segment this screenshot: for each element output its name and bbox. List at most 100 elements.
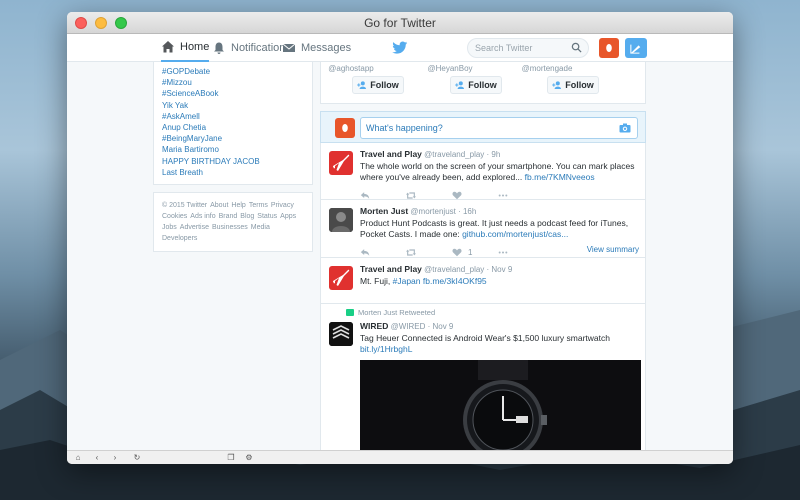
footer-link[interactable]: Advertise <box>180 224 209 231</box>
twitter-bird-icon[interactable] <box>392 40 408 56</box>
reply-button[interactable] <box>360 248 406 257</box>
more-button[interactable] <box>498 191 544 200</box>
avatar[interactable] <box>329 266 353 290</box>
footer-link[interactable]: Cookies <box>162 213 187 220</box>
follow-button-label: Follow <box>565 80 594 90</box>
hashtag-link[interactable]: #Japan <box>393 276 421 286</box>
search-input[interactable]: Search Twitter <box>467 38 589 58</box>
footer-link[interactable]: About <box>210 202 228 209</box>
like-button[interactable]: 1 <box>452 248 498 257</box>
minimize-window-button[interactable] <box>95 17 107 29</box>
footer-link[interactable]: Privacy <box>271 202 294 209</box>
trend-item[interactable]: #GOPDebate <box>162 66 304 77</box>
tweet-link[interactable]: fb.me/7KMNveeos <box>525 172 595 182</box>
trend-item[interactable]: #Mizzou <box>162 77 304 88</box>
trend-item[interactable]: #ScienceABook <box>162 88 304 99</box>
footer-link[interactable]: Businesses <box>212 224 248 231</box>
home-icon[interactable]: ⌂ <box>74 454 82 462</box>
more-button[interactable] <box>498 248 544 257</box>
trends-card: #GOPDebate #Mizzou #ScienceABook Yik Yak #As… <box>153 62 313 186</box>
zoom-window-button[interactable] <box>115 17 127 29</box>
tweet-meta[interactable]: @mortenjust · 16h <box>410 207 476 216</box>
compose-input[interactable]: What's happening? <box>360 117 638 139</box>
footer-link[interactable]: Status <box>257 213 277 220</box>
footer-link[interactable]: Brand <box>219 213 238 220</box>
tweet-link[interactable]: bit.ly/1HrbghL <box>360 344 412 354</box>
footer-link[interactable]: Terms <box>249 202 268 209</box>
footer-link[interactable]: Ads info <box>190 213 215 220</box>
suggested-handle[interactable]: @mortengade <box>517 64 577 73</box>
reply-button[interactable] <box>360 191 406 200</box>
tweet[interactable]: Travel and Play @traveland_play · Nov 9 … <box>321 258 645 304</box>
suggested-handle[interactable]: @aghostapp <box>321 64 381 73</box>
compose-tweet-button[interactable] <box>625 38 647 58</box>
envelope-icon <box>282 43 296 52</box>
home-icon <box>162 41 174 53</box>
tweet-media-image[interactable] <box>360 360 641 450</box>
footer-row: Jobs Advertise Businesses Media <box>162 222 304 233</box>
tweet-link[interactable]: github.com/mortenjust/cas... <box>462 229 568 239</box>
forward-arrow-icon[interactable]: › <box>111 454 119 462</box>
trend-item[interactable]: #BeingMaryJane <box>162 133 304 144</box>
nav-home[interactable]: Home <box>161 34 210 62</box>
avatar[interactable] <box>329 322 353 346</box>
retweet-button[interactable] <box>406 248 452 257</box>
ellipsis-icon <box>498 194 508 196</box>
window-title: Go for Twitter <box>364 16 436 30</box>
footer-link[interactable]: Media <box>251 224 270 231</box>
trend-item[interactable]: Last Breath <box>162 167 304 178</box>
tweet-author-name[interactable]: WIRED <box>360 321 388 331</box>
avatar[interactable] <box>329 151 353 175</box>
footer-link[interactable]: Blog <box>240 213 254 220</box>
footer-link[interactable]: © 2015 Twitter <box>162 202 207 209</box>
profile-avatar-button[interactable] <box>599 38 619 58</box>
footer-link[interactable]: Developers <box>162 235 197 242</box>
tweet-link[interactable]: fb.me/3kI4OKf95 <box>423 276 487 286</box>
trend-item[interactable]: Anup Chetia <box>162 122 304 133</box>
tweet-author-name[interactable]: Travel and Play <box>360 264 422 274</box>
nav-messages[interactable]: Messages <box>282 34 351 62</box>
trend-item[interactable]: Maria Bartiromo <box>162 144 304 155</box>
add-user-icon <box>455 81 465 89</box>
footer-link[interactable]: Help <box>231 202 245 209</box>
tweet-meta[interactable]: @traveland_play · 9h <box>424 150 500 159</box>
close-window-button[interactable] <box>75 17 87 29</box>
tweet-author-name[interactable]: Travel and Play <box>360 149 422 159</box>
tweet[interactable]: Morten Just @mortenjust · 16h Product Hu… <box>321 200 645 258</box>
retweet-icon <box>346 309 354 316</box>
app-logo-icon <box>606 44 612 52</box>
follow-button[interactable]: Follow <box>450 76 502 94</box>
smartwatch-photo <box>360 360 641 450</box>
view-summary-link[interactable]: View summary <box>587 245 639 254</box>
top-nav: Home Notifications Messages Search Twitt… <box>67 34 733 62</box>
tweet[interactable]: Travel and Play @traveland_play · 9h The… <box>321 143 645 200</box>
retweet-button[interactable] <box>406 191 452 200</box>
tweet-author-name[interactable]: Morten Just <box>360 206 408 216</box>
trend-item[interactable]: #AskAmell <box>162 111 304 122</box>
tweet-meta[interactable]: @WIRED · Nov 9 <box>391 322 454 331</box>
retweet-icon <box>406 248 416 256</box>
retweeted-by[interactable]: Morten Just Retweeted <box>358 308 435 317</box>
search-icon[interactable] <box>571 42 582 53</box>
trend-item[interactable]: HAPPY BIRTHDAY JACOB <box>162 156 304 167</box>
like-button[interactable] <box>452 191 498 200</box>
footer-link[interactable]: Jobs <box>162 224 177 231</box>
user-photo-icon <box>329 208 353 232</box>
follow-button[interactable]: Follow <box>547 76 599 94</box>
who-to-follow: @aghostapp Follow @HeyanBoy Follow @mort… <box>320 62 646 104</box>
avatar[interactable] <box>329 208 353 232</box>
tweet[interactable]: Morten Just Retweeted WIRED @WIRED · Nov… <box>321 304 645 450</box>
app-window: Go for Twitter Home Notifications Messag… <box>67 12 733 464</box>
settings-icon[interactable]: ⚙ <box>245 454 253 462</box>
nav-notifications[interactable]: Notifications <box>212 34 291 62</box>
window-copy-icon[interactable]: ❐ <box>227 454 235 462</box>
follow-button[interactable]: Follow <box>352 76 404 94</box>
nav-messages-label: Messages <box>301 42 352 54</box>
suggested-handle[interactable]: @HeyanBoy <box>420 64 480 73</box>
reload-icon[interactable]: ↻ <box>133 454 141 462</box>
back-arrow-icon[interactable]: ‹ <box>93 454 101 462</box>
footer-link[interactable]: Apps <box>280 213 296 220</box>
trend-item[interactable]: Yik Yak <box>162 100 304 111</box>
tweet-meta[interactable]: @traveland_play · Nov 9 <box>424 265 512 274</box>
camera-icon[interactable] <box>619 123 631 133</box>
